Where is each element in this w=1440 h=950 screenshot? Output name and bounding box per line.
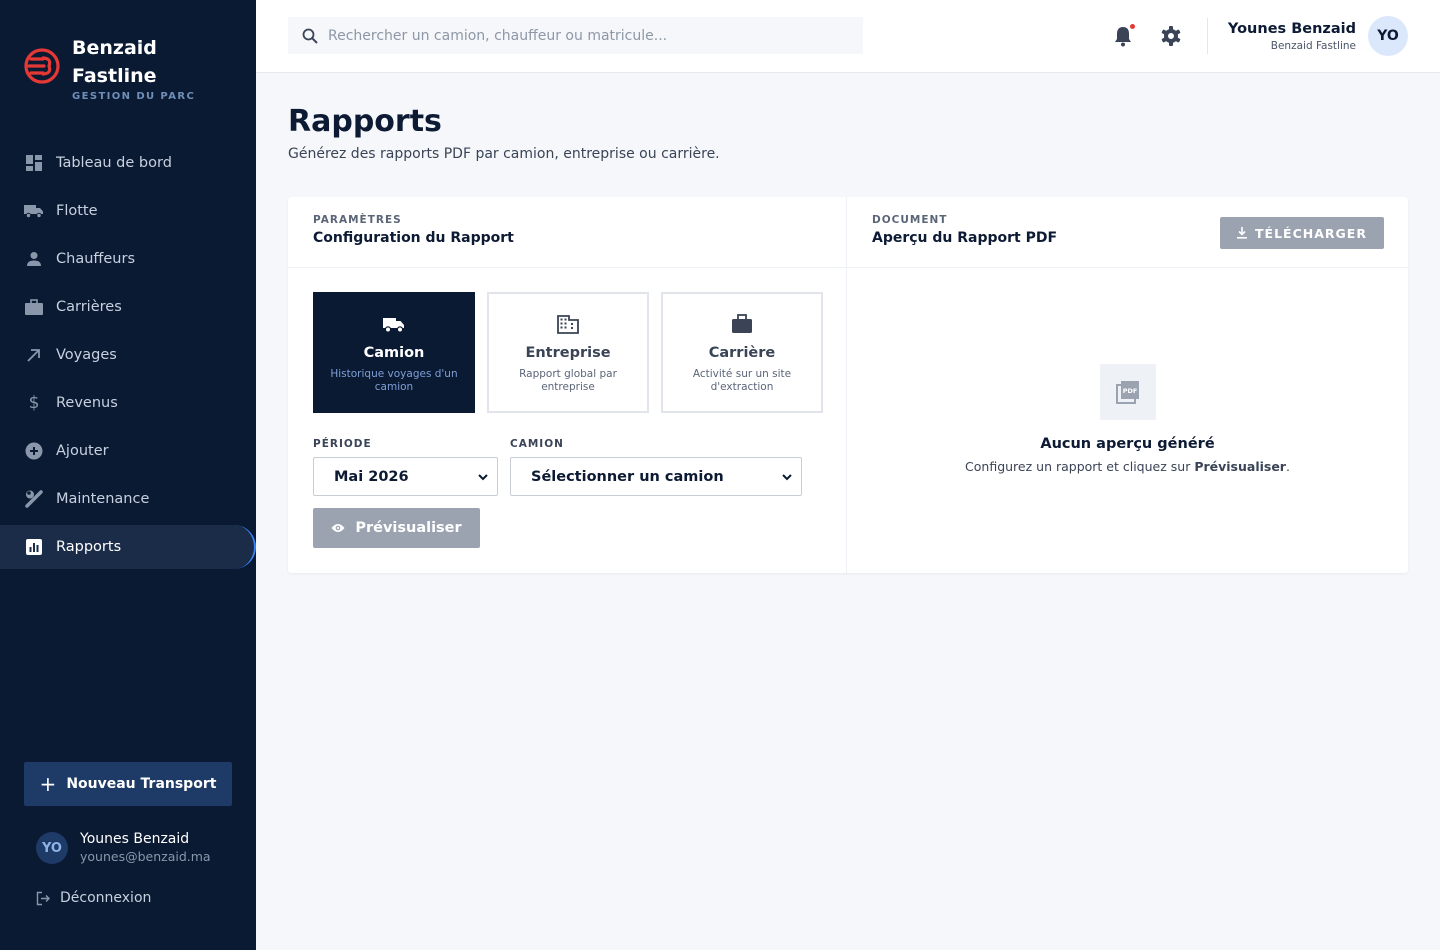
truck-icon xyxy=(382,312,406,336)
wrench-icon xyxy=(24,489,44,509)
notifications-button[interactable] xyxy=(1113,24,1135,51)
report-card: PARAMÈTRES Configuration du Rapport Cami… xyxy=(288,197,1408,573)
plus-icon: + xyxy=(39,772,57,796)
arrow-up-right-icon xyxy=(24,345,44,365)
period-label: PÉRIODE xyxy=(313,438,372,450)
sidebar-item-label: Voyages xyxy=(56,347,117,363)
user-name: Younes Benzaid xyxy=(80,831,190,847)
chevron-down-icon xyxy=(478,474,488,481)
building-icon xyxy=(557,312,579,336)
truck-value: Sélectionner un camion xyxy=(531,468,724,485)
gear-icon xyxy=(1161,26,1181,46)
sidebar-item-maintenance[interactable]: Maintenance xyxy=(0,477,256,521)
new-transport-label: Nouveau Transport xyxy=(66,776,217,792)
config-title: Configuration du Rapport xyxy=(313,230,514,246)
topbar-user-org: Benzaid Fastline xyxy=(1270,40,1356,52)
page-title: Rapports xyxy=(288,104,442,139)
sidebar-item-label: Maintenance xyxy=(56,491,150,507)
sidebar-item-carrieres[interactable]: Carrières xyxy=(0,285,256,329)
dollar-icon: $ xyxy=(28,393,40,413)
topbar: Younes Benzaid Benzaid Fastline YO xyxy=(256,0,1440,73)
sidebar-item-rapports[interactable]: Rapports xyxy=(0,525,256,569)
sidebar-user[interactable]: YO Younes Benzaid younes@benzaid.ma xyxy=(36,830,211,866)
brand-logo-icon xyxy=(24,48,60,84)
config-eyebrow: PARAMÈTRES xyxy=(313,214,402,226)
sidebar-item-chauffeurs[interactable]: Chauffeurs xyxy=(0,237,256,281)
period-value: Mai 2026 xyxy=(334,468,409,485)
truck-label: CAMION xyxy=(510,438,564,450)
avatar[interactable]: YO xyxy=(1368,16,1408,56)
download-icon xyxy=(1237,227,1248,239)
brand-subtitle: GESTION DU PARC xyxy=(72,91,196,102)
config-panel: PARAMÈTRES Configuration du Rapport Cami… xyxy=(288,197,847,573)
briefcase-icon xyxy=(24,297,44,317)
period-select[interactable]: Mai 2026 xyxy=(313,457,498,496)
type-desc: Activité sur un site d'extraction xyxy=(692,368,792,393)
logout-label: Déconnexion xyxy=(60,890,152,906)
truck-icon xyxy=(24,201,44,221)
person-icon xyxy=(24,249,44,269)
sidebar-item-label: Ajouter xyxy=(56,443,109,459)
topbar-divider xyxy=(1207,18,1208,54)
sidebar-item-revenus[interactable]: $ Revenus xyxy=(0,381,256,425)
sidebar-item-label: Chauffeurs xyxy=(56,251,136,267)
topbar-user-name: Younes Benzaid xyxy=(1227,21,1356,37)
sidebar-nav: Tableau de bord Flotte Chauffeurs Carriè… xyxy=(0,141,256,573)
logout-icon xyxy=(36,891,50,905)
report-type-entreprise[interactable]: Entreprise Rapport global par entreprise xyxy=(487,292,649,413)
search-input[interactable] xyxy=(328,27,848,44)
topbar-user[interactable]: Younes Benzaid Benzaid Fastline xyxy=(1228,19,1356,54)
eye-icon xyxy=(331,524,345,532)
type-name: Entreprise xyxy=(525,345,611,361)
sidebar-item-label: Rapports xyxy=(56,539,122,555)
logout-button[interactable]: Déconnexion xyxy=(36,890,151,906)
sidebar: Benzaid Fastline GESTION DU PARC Tableau… xyxy=(0,0,256,950)
download-button[interactable]: TÉLÉCHARGER xyxy=(1220,217,1384,249)
sidebar-item-label: Flotte xyxy=(56,203,98,219)
brand-name: Benzaid Fastline xyxy=(72,37,157,87)
type-name: Camion xyxy=(363,345,425,361)
empty-state-title: Aucun aperçu généré xyxy=(1040,436,1215,452)
avatar: YO xyxy=(36,832,68,864)
download-label: TÉLÉCHARGER xyxy=(1255,225,1367,241)
briefcase-icon xyxy=(731,312,753,336)
pdf-icon: PDF xyxy=(1100,364,1156,420)
svg-text:PDF: PDF xyxy=(1123,387,1138,395)
search-bar[interactable] xyxy=(288,17,863,54)
empty-state-message: Configurez un rapport et cliquez sur Pré… xyxy=(965,459,1290,474)
report-type-camion[interactable]: Camion Historique voyages d'un camion xyxy=(313,292,475,413)
preview-label: Prévisualiser xyxy=(355,520,462,536)
type-name: Carrière xyxy=(708,345,776,361)
truck-select[interactable]: Sélectionner un camion xyxy=(510,457,802,496)
bar-chart-icon xyxy=(24,537,44,557)
sidebar-item-label: Carrières xyxy=(56,299,122,315)
new-transport-button[interactable]: + Nouveau Transport xyxy=(24,762,232,806)
report-type-selector: Camion Historique voyages d'un camion En… xyxy=(313,292,835,413)
empty-state-highlight: Prévisualiser xyxy=(1194,459,1286,474)
sidebar-item-label: Tableau de bord xyxy=(56,155,172,171)
sidebar-item-ajouter[interactable]: Ajouter xyxy=(0,429,256,473)
config-header: PARAMÈTRES Configuration du Rapport xyxy=(288,197,846,268)
dashboard-icon xyxy=(24,153,44,173)
search-icon xyxy=(302,28,318,44)
type-desc: Rapport global par entreprise xyxy=(519,368,617,393)
add-circle-icon xyxy=(24,441,44,461)
page-subtitle: Générez des rapports PDF par camion, ent… xyxy=(288,146,720,162)
brand[interactable]: Benzaid Fastline GESTION DU PARC xyxy=(22,34,195,102)
sidebar-item-tableau-de-bord[interactable]: Tableau de bord xyxy=(0,141,256,185)
chevron-down-icon xyxy=(782,474,792,481)
document-panel: DOCUMENT Aperçu du Rapport PDF TÉLÉCHARG… xyxy=(847,197,1408,573)
settings-button[interactable] xyxy=(1160,25,1182,51)
type-desc: Historique voyages d'un camion xyxy=(330,368,458,393)
sidebar-item-voyages[interactable]: Voyages xyxy=(0,333,256,377)
sidebar-item-flotte[interactable]: Flotte xyxy=(0,189,256,233)
user-email: younes@benzaid.ma xyxy=(80,849,211,864)
notification-dot xyxy=(1130,24,1135,29)
report-type-carriere[interactable]: Carrière Activité sur un site d'extracti… xyxy=(661,292,823,413)
document-header: DOCUMENT Aperçu du Rapport PDF TÉLÉCHARG… xyxy=(847,197,1408,268)
preview-button[interactable]: Prévisualiser xyxy=(313,508,480,548)
sidebar-item-label: Revenus xyxy=(56,395,118,411)
